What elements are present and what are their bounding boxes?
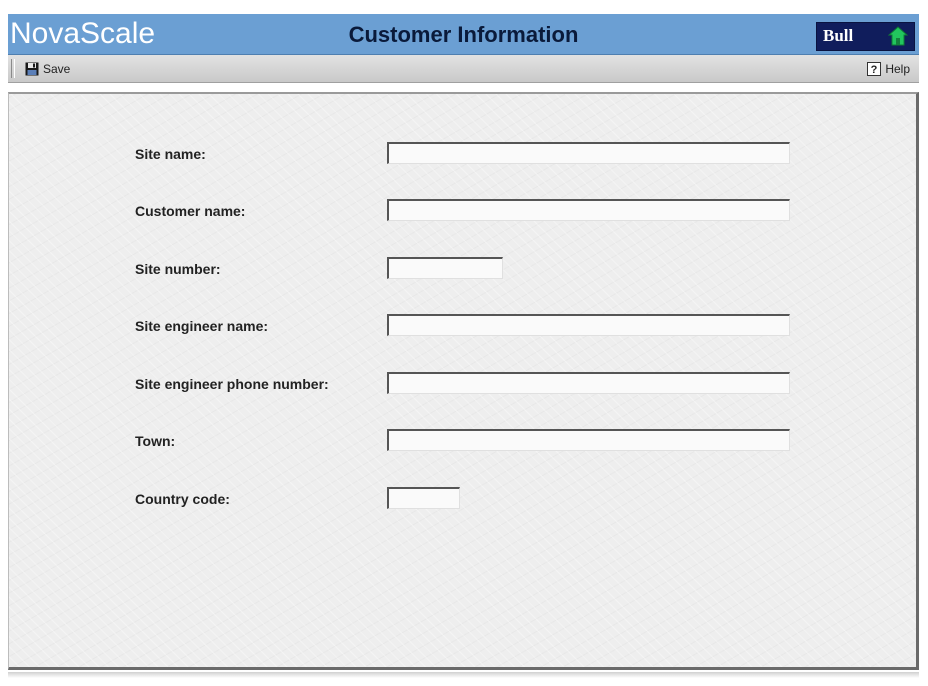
svg-text:?: ?: [871, 64, 878, 76]
site-engineer-name-label: Site engineer name:: [135, 318, 269, 334]
site-engineer-phone-input[interactable]: [387, 372, 790, 394]
site-engineer-name-input[interactable]: [387, 314, 790, 336]
question-mark-icon: ?: [867, 61, 882, 76]
floppy-disk-icon: [25, 62, 39, 75]
site-name-input[interactable]: [387, 142, 790, 164]
save-button[interactable]: Save: [25, 59, 70, 78]
toolbar-separator: [11, 59, 15, 78]
site-number-input[interactable]: [387, 257, 503, 279]
app-header: NovaScale Customer Information Bull: [8, 14, 919, 55]
site-engineer-phone-label: Site engineer phone number:: [135, 376, 329, 392]
save-label: Save: [43, 61, 71, 76]
customer-name-label: Customer name:: [135, 203, 246, 219]
form-panel: Site name: Customer name: Site number: S…: [8, 92, 919, 670]
bottom-shadow: [8, 672, 919, 678]
customer-name-input[interactable]: [387, 199, 790, 221]
site-name-label: Site name:: [135, 146, 206, 162]
help-label: Help: [885, 61, 910, 76]
toolbar: Save ? Help: [8, 55, 919, 83]
help-button[interactable]: ? Help: [867, 59, 910, 78]
logo-text: Bull: [823, 26, 854, 45]
bull-logo[interactable]: Bull: [816, 22, 915, 51]
town-label: Town:: [135, 433, 176, 449]
country-code-input[interactable]: [387, 487, 460, 509]
page-title: Customer Information: [348, 22, 579, 47]
town-input[interactable]: [387, 429, 790, 451]
site-number-label: Site number:: [135, 261, 221, 277]
country-code-label: Country code:: [135, 491, 230, 507]
home-icon[interactable]: [888, 26, 908, 46]
